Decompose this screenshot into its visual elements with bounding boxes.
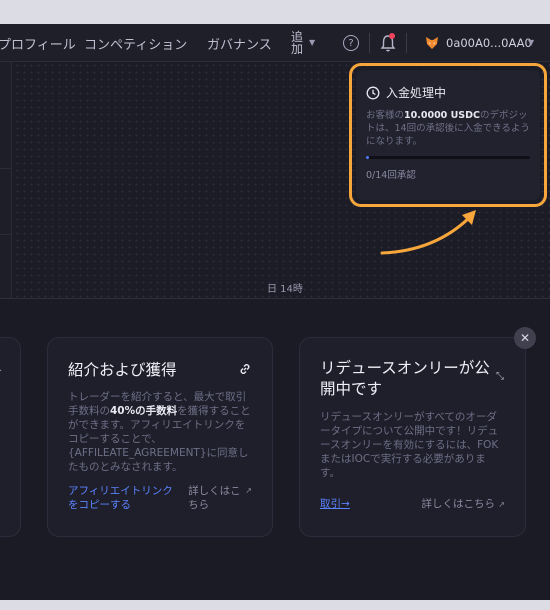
nav-more-label-bottom: 加 <box>291 42 304 56</box>
chevron-down-icon: ▼ <box>309 38 316 47</box>
highlight-arrow <box>380 210 476 255</box>
deposit-text-before: お客様の <box>366 110 405 121</box>
referral-card: 紹介および獲得 トレーダーを紹介すると、最大で取引手数料の40%の手数料を獲得す… <box>47 337 273 537</box>
partial-card-fragment: · <box>0 366 2 377</box>
referral-learn-more-label: 詳しくはこちら <box>188 485 241 511</box>
deposit-progress-label: 0/14回承認 <box>366 170 416 181</box>
link-icon[interactable] <box>238 362 252 376</box>
notification-dot <box>389 33 395 39</box>
deposit-description: お客様の10.0000 USDCのデポジットは、14回の承認後に入金できるように… <box>366 109 530 148</box>
panel-divider <box>0 234 12 235</box>
reduce-description: リデュースオンリーがすべてのオーダータイプについて公開中です！リデュースオンリー… <box>320 411 499 479</box>
reduce-learn-more-label: 詳しくはこちら <box>421 498 495 510</box>
clock-icon <box>366 86 380 99</box>
close-icon[interactable]: ✕ <box>514 327 536 349</box>
deposit-amount: 10.0000 USDC <box>404 110 481 121</box>
top-navbar: プロフィール コンペティション ガバナンス 追 加 ▼ ? 0a00A0...0… <box>0 24 550 62</box>
reduce-only-card: リデュースオンリーが公開中です ⤡ リデュースオンリーがすべてのオーダータイプに… <box>299 337 526 537</box>
trade-link[interactable]: 取引→ <box>320 496 350 511</box>
collapse-icon[interactable]: ⤡ <box>496 371 504 382</box>
deposit-progress-fill <box>366 156 370 159</box>
nav-competition[interactable]: コンペティション <box>84 24 187 62</box>
reduce-title: リデュースオンリーが公開中です <box>320 359 490 398</box>
deposit-pending-card: 入金処理中 お客様の10.0000 USDCのデポジットは、14回の承認後に入金… <box>349 63 547 207</box>
copy-affiliate-link[interactable]: アフィリエイトリンクをコピーする <box>68 484 180 512</box>
chart-time-label: 日 14時 <box>267 284 303 295</box>
partial-card[interactable]: · <box>0 337 21 537</box>
referral-description: トレーダーを紹介すると、最大で取引手数料の40%の手数料を獲得することができます… <box>68 390 252 474</box>
nav-divider <box>369 33 370 53</box>
reduce-learn-more-link[interactable]: 詳しくはこちら ↗ <box>421 496 505 511</box>
fox-icon <box>426 37 438 49</box>
referral-body-bold: 40%の手数料 <box>110 405 178 417</box>
nav-profile[interactable]: プロフィール <box>0 24 76 62</box>
referral-learn-more-link[interactable]: 詳しくはこちら <box>188 484 241 512</box>
nav-governance[interactable]: ガバナンス <box>207 24 272 62</box>
chart-side-panel <box>0 62 12 298</box>
panel-divider <box>0 168 12 169</box>
nav-more-menu[interactable]: 追 加 ▼ <box>291 24 315 62</box>
browser-bottom-strip <box>0 600 550 610</box>
external-link-icon: ↗ <box>245 486 252 495</box>
nav-divider <box>406 33 407 53</box>
referral-title: 紹介および獲得 <box>68 361 177 379</box>
deposit-title: 入金処理中 <box>386 86 447 100</box>
chevron-down-icon[interactable]: ▼ <box>528 38 534 47</box>
external-link-icon: ↗ <box>498 500 505 509</box>
wallet-address[interactable]: 0a00A0...0AA0 <box>446 24 532 62</box>
deposit-progress-bar <box>366 156 530 159</box>
browser-top-strip <box>0 0 550 24</box>
help-icon[interactable]: ? <box>343 35 359 51</box>
